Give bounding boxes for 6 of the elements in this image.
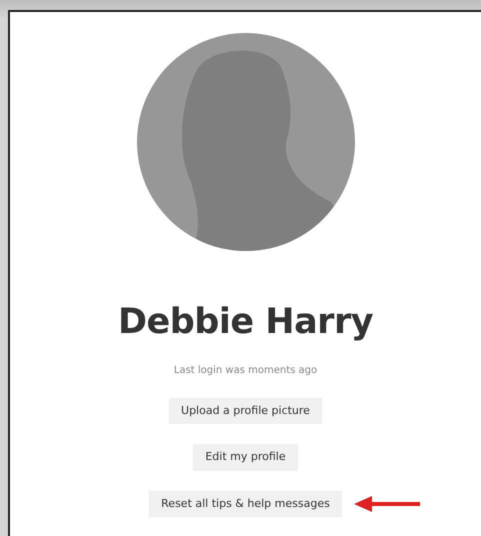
user-name: Debbie Harry (118, 301, 374, 344)
profile-button[interactable]: Upload a profile picture (169, 398, 322, 424)
profile-button[interactable]: Edit my profile (193, 444, 298, 470)
profile-button[interactable]: Reset all tips & help messages (149, 490, 342, 517)
arrow-icon (354, 496, 420, 512)
last-login-text: Last login was moments ago (174, 364, 318, 378)
